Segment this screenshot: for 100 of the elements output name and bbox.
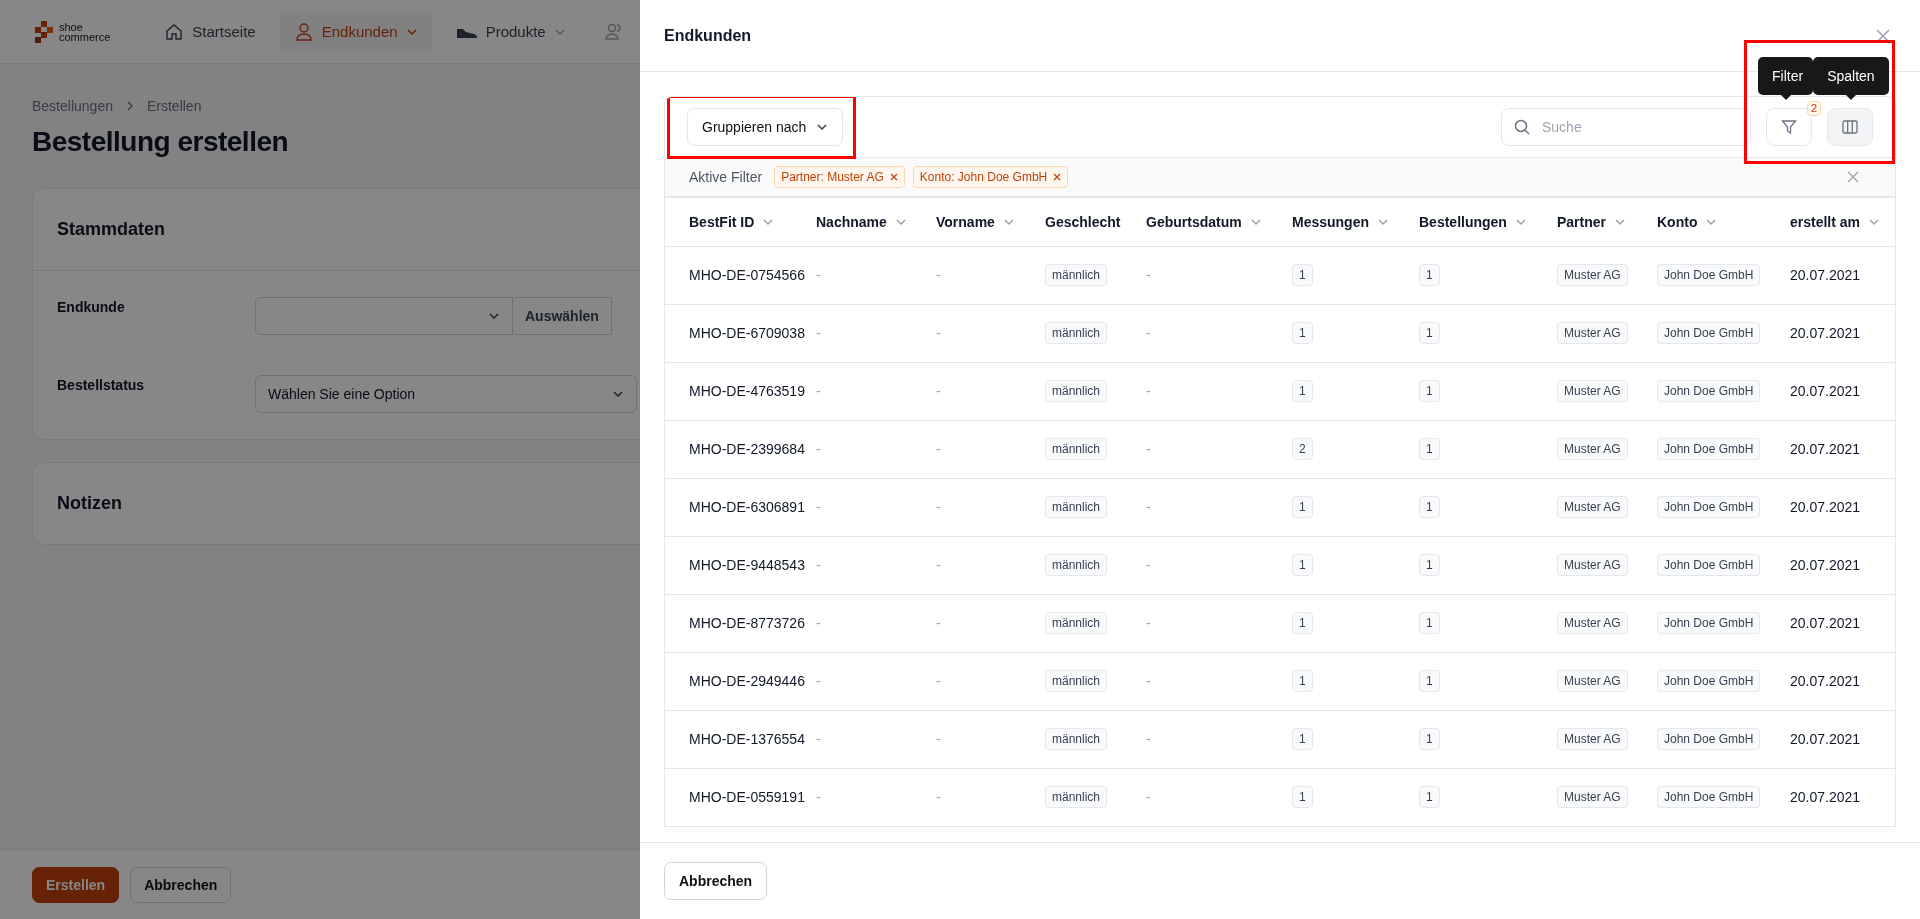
tag: Muster AG <box>1557 496 1628 518</box>
table-cell: 20.07.2021 <box>1790 325 1861 341</box>
tag: Muster AG <box>1557 438 1628 460</box>
tag: Muster AG <box>1557 322 1628 344</box>
select-placeholder: Wählen Sie eine Option <box>268 386 416 402</box>
close-icon[interactable] <box>1847 171 1859 183</box>
tag: 1 <box>1292 496 1313 518</box>
tag: John Doe GmbH <box>1657 728 1761 750</box>
people-icon <box>603 21 624 42</box>
group-by-dropdown[interactable]: Gruppieren nach <box>687 108 844 146</box>
table-cell: MHO-DE-2949446 <box>689 673 805 689</box>
count-badge: 2 <box>1806 101 1821 116</box>
panel-title: Endkunden <box>664 26 752 45</box>
field-label: Endkunde <box>57 298 126 315</box>
column-header[interactable]: Geburtsdatum <box>1146 198 1292 246</box>
table-cell: - <box>936 499 941 515</box>
table-cell: - <box>1146 673 1151 689</box>
table-cell: - <box>1146 325 1151 341</box>
tag: 1 <box>1292 380 1313 402</box>
column-header[interactable]: Partner <box>1557 198 1657 246</box>
table-cell: - <box>816 499 821 515</box>
tag: John Doe GmbH <box>1657 612 1761 634</box>
table-cell: 20.07.2021 <box>1790 731 1861 747</box>
column-header[interactable]: erstellt am <box>1790 198 1895 246</box>
tag: 1 <box>1419 728 1440 750</box>
chevron-down-icon <box>612 388 624 400</box>
column-header[interactable]: Konto <box>1657 198 1790 246</box>
select-button[interactable]: Auswählen <box>513 297 612 335</box>
table-cell: MHO-DE-2399684 <box>689 441 805 457</box>
table-cell: - <box>816 789 821 805</box>
remove-icon[interactable] <box>1053 173 1062 181</box>
column-header[interactable]: Bestellungen <box>1419 198 1557 246</box>
tag: Muster AG <box>1557 670 1628 692</box>
filter-button[interactable] <box>1766 108 1812 146</box>
column-header[interactable]: Nachname <box>816 198 936 246</box>
remove-icon[interactable] <box>889 173 898 181</box>
home-icon <box>164 21 185 42</box>
tag: 1 <box>1419 786 1440 808</box>
table-cell: - <box>1146 615 1151 631</box>
table-cell: - <box>1146 383 1151 399</box>
tag: 1 <box>1419 438 1440 460</box>
tag: männlich <box>1045 670 1108 692</box>
tag: 1 <box>1292 612 1313 634</box>
nav-item[interactable]: Startseite <box>150 12 270 51</box>
table-cell: - <box>1146 499 1151 515</box>
table-cell: - <box>936 731 941 747</box>
table-cell: - <box>936 383 941 399</box>
table-cell: - <box>1146 267 1151 283</box>
column-header[interactable]: Vorname <box>936 198 1045 246</box>
chevron-down-icon <box>816 121 829 133</box>
tag: männlich <box>1045 554 1108 576</box>
tag: 1 <box>1292 728 1313 750</box>
active-filters-label: Aktive Filter <box>689 169 763 185</box>
tag: männlich <box>1045 496 1108 518</box>
table-cell: 20.07.2021 <box>1790 789 1861 805</box>
status-select[interactable]: Wählen Sie eine Option <box>255 375 637 413</box>
nav-item[interactable]: Produkte <box>441 14 580 49</box>
table-cell: - <box>816 731 821 747</box>
tag: Muster AG <box>1557 786 1628 808</box>
table-cell: - <box>816 615 821 631</box>
cancel-button[interactable]: Abbrechen <box>130 866 232 903</box>
table-cell: MHO-DE-6306891 <box>689 499 805 515</box>
table-cell: - <box>1146 557 1151 573</box>
logo-icon <box>35 20 53 43</box>
table-cell: - <box>936 325 941 341</box>
close-icon[interactable] <box>1876 28 1890 43</box>
table-cell: MHO-DE-8773726 <box>689 615 805 631</box>
tag: John Doe GmbH <box>1657 438 1761 460</box>
tag: Muster AG <box>1557 380 1628 402</box>
table-cell: MHO-DE-0754566 <box>689 267 805 283</box>
cancel-button[interactable]: Abbrechen <box>664 862 768 900</box>
table-cell: - <box>936 673 941 689</box>
tag: Muster AG <box>1557 728 1628 750</box>
column-header[interactable]: Messungen <box>1292 198 1419 246</box>
tag: männlich <box>1045 612 1108 634</box>
table-cell: - <box>816 325 821 341</box>
tag: 1 <box>1419 612 1440 634</box>
tag: 1 <box>1292 264 1313 286</box>
tag: 1 <box>1292 554 1313 576</box>
table-cell: MHO-DE-0559191 <box>689 789 805 805</box>
column-header[interactable]: Geschlecht <box>1045 198 1146 246</box>
table-cell: - <box>936 557 941 573</box>
page-title: Bestellung erstellen <box>32 126 289 158</box>
table-cell: 20.07.2021 <box>1790 673 1861 689</box>
table-cell: - <box>1146 789 1151 805</box>
field-label: Bestellstatus <box>57 376 146 393</box>
filter-chip[interactable]: Partner: Muster AG <box>774 166 905 188</box>
logo-text: commerce <box>59 31 111 42</box>
tag: 2 <box>1292 438 1313 460</box>
column-header[interactable]: BestFit ID <box>665 198 816 246</box>
table-cell: - <box>936 441 941 457</box>
tag: Muster AG <box>1557 264 1628 286</box>
table-cell: MHO-DE-4763519 <box>689 383 805 399</box>
tag: John Doe GmbH <box>1657 786 1761 808</box>
search-field[interactable]: Suche <box>1501 108 1751 146</box>
tag: 1 <box>1292 786 1313 808</box>
tag: 1 <box>1419 554 1440 576</box>
filter-chip[interactable]: Konto: John Doe GmbH <box>912 166 1069 188</box>
table-cell: - <box>1146 441 1151 457</box>
columns-button[interactable] <box>1827 108 1873 146</box>
